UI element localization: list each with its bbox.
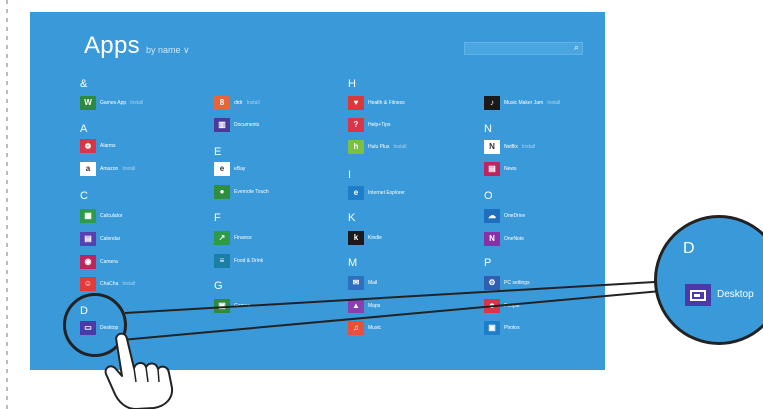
calendar-icon: ▤ [80, 232, 96, 246]
app-label: Mail [368, 280, 378, 286]
app-label: Amazon Install [100, 166, 136, 172]
onedrive-icon: ☁ [484, 209, 500, 223]
section-letter-e: E [214, 146, 222, 158]
app-label: Food & Drink [234, 258, 264, 264]
health-fitness-icon: ♥ [348, 96, 364, 110]
app-label: Music [368, 325, 382, 331]
amazon-icon: a [80, 162, 96, 176]
app-label: Maps [368, 303, 381, 309]
install-badge: Install [130, 100, 144, 106]
photos-icon: ▣ [484, 321, 500, 335]
evernote-touch-icon: ● [214, 185, 230, 199]
pc-settings-icon: ⚙ [484, 276, 500, 290]
app-label: Evernote Touch [234, 189, 269, 195]
games-icon: ▣ [214, 299, 230, 313]
finance-icon: ↗ [214, 231, 230, 245]
app-label: Health & Fitness [368, 100, 405, 106]
section-letter-i: I [348, 169, 352, 181]
mail-icon: ✉ [348, 276, 364, 290]
app-label: Help+Tips [368, 122, 391, 128]
camera-icon: ◉ [80, 255, 96, 269]
section-letter-f: F [214, 212, 221, 224]
app-label: Games App Install [100, 100, 144, 106]
food-drink-icon: ≡ [214, 254, 230, 268]
install-badge: Install [122, 281, 136, 287]
app-label: Netflix Install [504, 144, 535, 150]
kindle-icon: k [348, 231, 364, 245]
documents-icon: ▥ [214, 118, 230, 132]
install-badge: Install [521, 144, 535, 150]
search-icon: ⌕ [573, 42, 579, 52]
maps-icon: ▲ [348, 299, 364, 313]
app-label: Calculator [100, 213, 123, 219]
install-badge: Install [122, 166, 136, 172]
section-letter-k: K [348, 212, 356, 224]
app-label: eBay [234, 166, 246, 172]
section-letter-m: M [348, 257, 358, 269]
app-label: Photos [504, 325, 520, 331]
app-label: News [504, 166, 517, 172]
app-label: Finance [234, 235, 252, 241]
app-label: Camera [100, 259, 118, 265]
zoom-section-letter: D [683, 240, 695, 257]
chacha-icon: ☺ [80, 277, 96, 291]
section-letter-p: P [484, 257, 492, 269]
internet-explorer-icon: e [348, 186, 364, 200]
section-letter-h: H [348, 78, 356, 90]
zoom-app-label: Desktop [717, 289, 754, 300]
install-badge: Install [547, 100, 561, 106]
section-letter-a: A [80, 123, 88, 135]
app-label: dtdr Install [234, 100, 260, 106]
hulu-plus-icon: h [348, 140, 364, 154]
install-badge: Install [393, 144, 407, 150]
zoom-callout: D Desktop [654, 215, 763, 345]
news-icon: ▤ [484, 162, 500, 176]
page-title: Apps [84, 32, 140, 59]
app-label: Documents [234, 122, 260, 128]
section-letter-o: O [484, 190, 493, 202]
games-app-icon: W [80, 96, 96, 110]
music-icon: ♫ [348, 321, 364, 335]
app-label: Hulu Plus Install [368, 144, 407, 150]
install-badge: Install [246, 100, 260, 106]
sort-dropdown[interactable]: by name ∨ [146, 45, 190, 56]
people-icon: ☻ [484, 299, 500, 313]
tap-hand-icon [104, 332, 174, 409]
app-label: Calendar [100, 236, 121, 242]
app-label: Alarms [100, 143, 116, 149]
music-maker-jam-icon: ♪ [484, 96, 500, 110]
app-label: Internet Explorer [368, 190, 405, 196]
onenote-icon: N [484, 232, 500, 246]
app-label: ChaCha Install [100, 281, 136, 287]
search-input[interactable]: ⌕ [464, 42, 583, 55]
desktop-icon [685, 284, 711, 306]
section-letter-g: G [214, 280, 223, 292]
app-label: Music Maker Jam Install [504, 100, 561, 106]
section-letter-c: C [80, 190, 88, 202]
ebay-icon: e [214, 162, 230, 176]
section-letter-amp: & [80, 78, 88, 90]
alarms-icon: ⏰ [80, 139, 96, 153]
app-label: OneNote [504, 236, 525, 242]
app-label: Games [234, 303, 251, 309]
section-letter-n: N [484, 123, 492, 135]
netflix-icon: N [484, 140, 500, 154]
help-tips-icon: ? [348, 118, 364, 132]
app-label: OneDrive [504, 213, 526, 219]
app-label: Kindle [368, 235, 382, 241]
app-label: PC settings [504, 280, 530, 286]
page-margin-guide [6, 0, 8, 409]
calculator-icon: ▦ [80, 209, 96, 223]
app-label: People [504, 303, 520, 309]
dtdr-icon: 8 [214, 96, 230, 110]
